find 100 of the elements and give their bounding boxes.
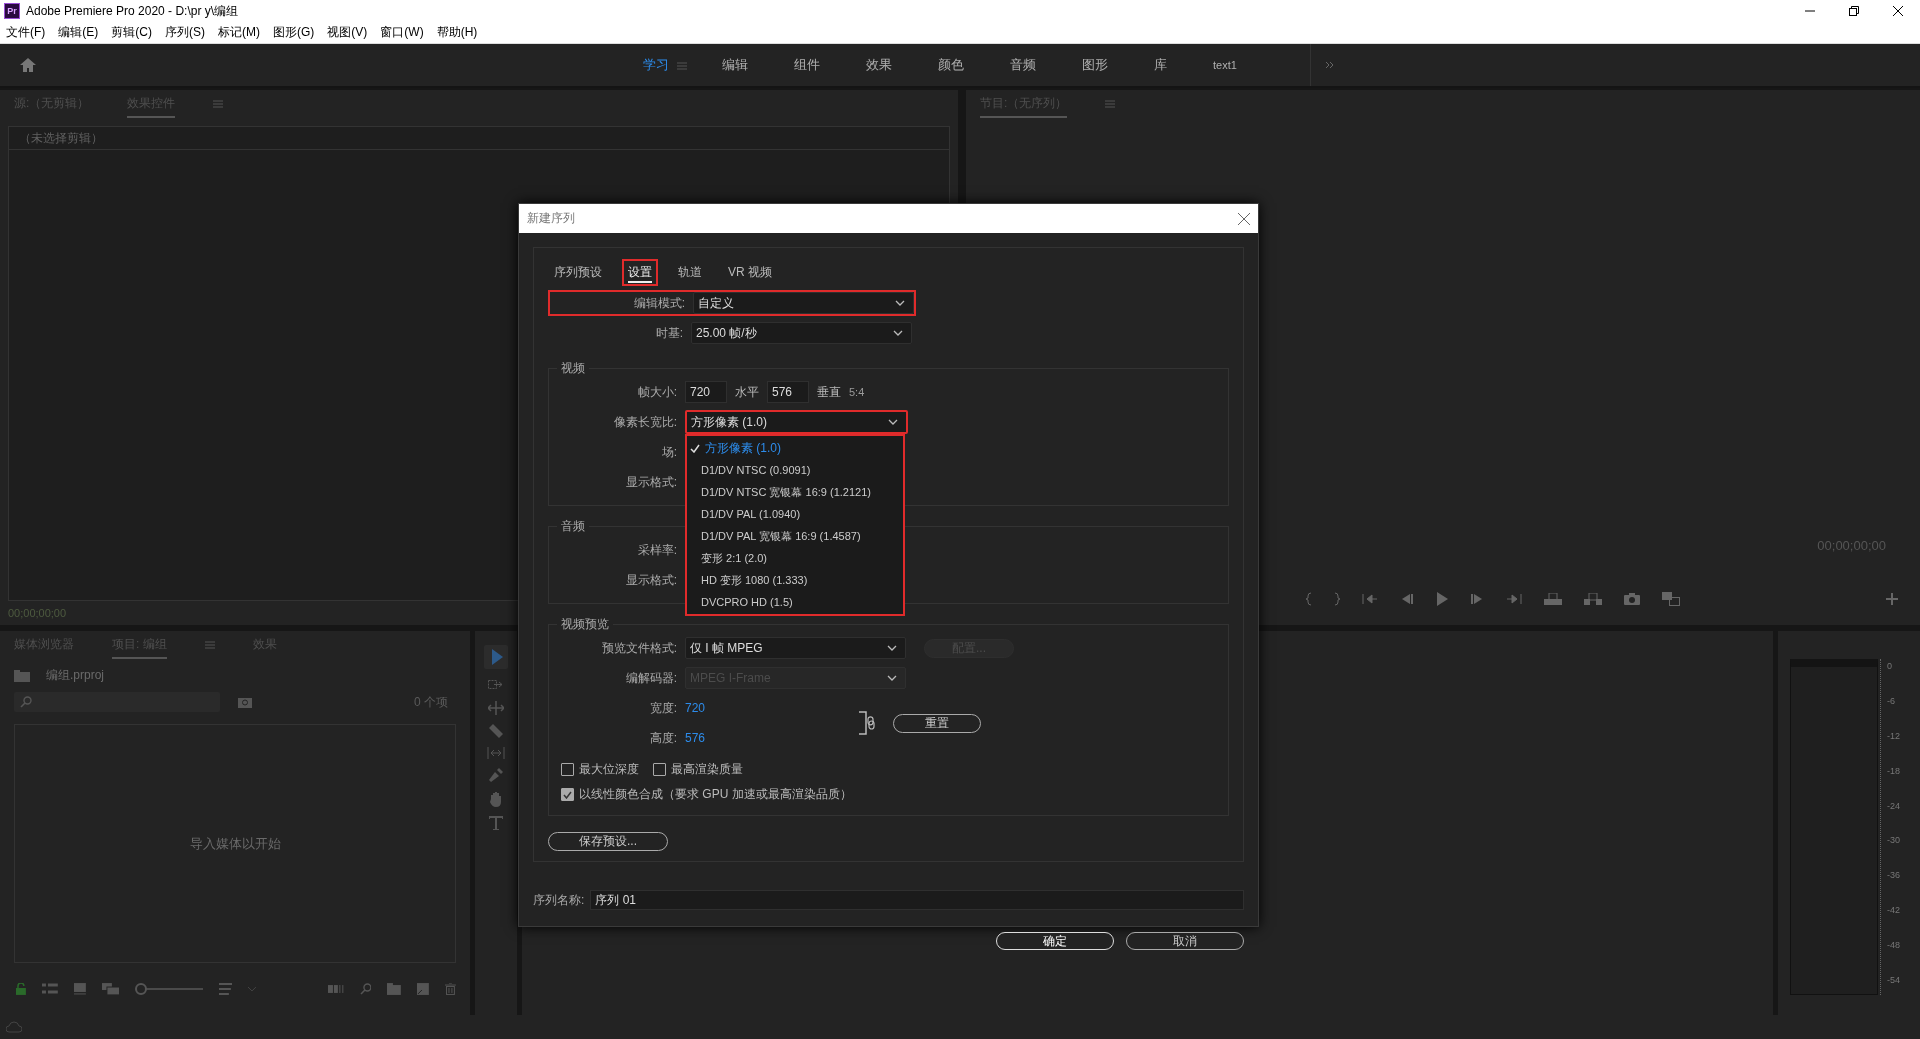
trash-icon[interactable] (445, 983, 456, 995)
dropdown-option[interactable]: HD 变形 1080 (1.333) (687, 569, 903, 591)
overflow-icon[interactable] (1324, 61, 1335, 69)
freeform-view-icon[interactable] (101, 983, 120, 995)
out-bracket-icon[interactable] (1334, 592, 1340, 606)
menu-icon[interactable] (213, 100, 224, 108)
icon-view-icon[interactable] (73, 983, 86, 995)
home-icon[interactable] (20, 58, 36, 72)
checkbox[interactable] (561, 763, 574, 776)
dialog-tab[interactable]: 设置 (622, 258, 658, 286)
step-forward-icon[interactable] (1470, 593, 1484, 605)
slip-icon[interactable] (487, 747, 505, 759)
check-icon (563, 790, 572, 799)
height-field[interactable]: 576 (767, 381, 809, 403)
dropdown-option[interactable]: D1/DV PAL (1.0940) (687, 503, 903, 525)
lock-icon[interactable] (16, 983, 26, 995)
automate-icon[interactable] (327, 984, 344, 994)
workspace-tab[interactable]: 库 (1131, 44, 1190, 86)
chevron-down-icon (895, 300, 905, 306)
extract-icon[interactable] (1584, 593, 1602, 605)
workspace-tab[interactable]: text1 (1190, 44, 1260, 86)
dropdown-option[interactable]: 变形 2:1 (2.0) (687, 547, 903, 569)
dialog-tab[interactable]: 轨道 (672, 258, 708, 286)
pixel-aspect-dropdown[interactable]: 方形像素 (1.0) (685, 410, 908, 434)
section-title: 视频 (557, 360, 589, 377)
workspace-tab[interactable]: 颜色 (915, 44, 987, 86)
checkbox[interactable] (653, 763, 666, 776)
step-back-icon[interactable] (1400, 593, 1414, 605)
menu-item[interactable]: 窗口(W) (380, 24, 424, 41)
pen-icon[interactable] (489, 768, 503, 782)
track-select-icon[interactable] (488, 678, 504, 692)
workspace-tab[interactable]: 效果 (843, 44, 915, 86)
search-icon[interactable] (359, 983, 372, 995)
restore-icon[interactable] (1849, 6, 1859, 16)
editing-mode-dropdown[interactable]: 自定义 (693, 292, 914, 314)
chevron-down-icon[interactable] (248, 986, 257, 992)
link-icon[interactable] (867, 716, 875, 730)
workspace-tab[interactable]: 学习 (620, 44, 677, 86)
field-label: 序列名称: (533, 891, 585, 909)
timebase-dropdown[interactable]: 25.00 帧/秒 (691, 322, 912, 344)
preview-format-dropdown[interactable]: 仅 I 帧 MPEG (685, 637, 906, 659)
close-icon[interactable] (1893, 6, 1903, 16)
folder-up-icon[interactable] (14, 669, 30, 682)
menu-icon[interactable] (204, 641, 215, 649)
search-bin-icon[interactable] (238, 696, 252, 708)
in-bracket-icon[interactable] (1306, 592, 1312, 606)
dropdown-option[interactable]: D1/DV NTSC 宽银幕 16:9 (1.2121) (687, 481, 903, 503)
sequence-name-field[interactable]: 序列 01 (590, 890, 1244, 910)
workspace-tab[interactable]: 音频 (987, 44, 1059, 86)
menu-item[interactable]: 图形(G) (273, 24, 315, 41)
dialog-title: 新建序列 (527, 210, 575, 227)
ripple-edit-icon[interactable] (488, 701, 504, 715)
menu-item[interactable]: 文件(F) (6, 24, 46, 41)
workspace-tab[interactable]: 编辑 (699, 44, 771, 86)
ok-button[interactable]: 确定 (996, 932, 1114, 950)
width-value[interactable]: 720 (685, 701, 706, 715)
dropdown-option[interactable]: DVCPRO HD (1.5) (687, 591, 903, 613)
menu-item[interactable]: 剪辑(C) (111, 24, 152, 41)
width-field[interactable]: 720 (685, 381, 727, 403)
add-icon[interactable] (1886, 593, 1898, 605)
folder-icon[interactable] (387, 983, 402, 995)
selection-tool-icon[interactable] (484, 645, 508, 669)
compare-icon[interactable] (1662, 592, 1680, 606)
checkbox[interactable] (561, 788, 574, 801)
slider-thumb[interactable] (135, 983, 148, 995)
cancel-button[interactable]: 取消 (1126, 932, 1244, 950)
menu-icon[interactable] (1105, 100, 1116, 108)
new-item-icon[interactable] (417, 983, 430, 995)
menu-item[interactable]: 帮助(H) (436, 24, 478, 41)
height-value[interactable]: 576 (685, 731, 706, 745)
reset-button[interactable]: 重置 (893, 713, 981, 733)
dropdown-option[interactable]: D1/DV PAL 宽银幕 16:9 (1.4587) (687, 525, 903, 547)
field-label: 宽度: (648, 699, 677, 717)
search-icon (20, 696, 32, 708)
search-field[interactable] (14, 692, 220, 712)
workspace-tab[interactable]: 图形 (1059, 44, 1131, 86)
go-to-in-icon[interactable] (1362, 593, 1378, 605)
workspace-tab[interactable]: 组件 (771, 44, 843, 86)
list-view-icon[interactable] (41, 983, 58, 995)
lift-icon[interactable] (1544, 593, 1562, 605)
menu-icon[interactable] (677, 62, 687, 70)
zoom-slider[interactable] (135, 983, 203, 995)
sort-icon[interactable] (218, 983, 233, 995)
type-icon[interactable] (489, 816, 503, 830)
menu-item[interactable]: 标记(M) (218, 24, 260, 41)
menu-item[interactable]: 视图(V) (327, 24, 368, 41)
bracket-icon (859, 711, 867, 735)
menu-item[interactable]: 编辑(E) (58, 24, 99, 41)
razor-icon[interactable] (489, 724, 503, 738)
menu-item[interactable]: 序列(S) (165, 24, 205, 41)
save-preset-button[interactable]: 保存预设... (548, 832, 668, 851)
play-icon[interactable] (1436, 592, 1448, 606)
hand-icon[interactable] (489, 791, 503, 807)
dialog-tab[interactable]: VR 视频 (722, 258, 778, 286)
go-to-out-icon[interactable] (1506, 593, 1522, 605)
dialog-tab[interactable]: 序列预设 (548, 258, 608, 286)
dropdown-option[interactable]: 方形像素 (1.0) (687, 437, 903, 459)
camera-icon[interactable] (1624, 593, 1640, 605)
dropdown-option[interactable]: D1/DV NTSC (0.9091) (687, 459, 903, 481)
meter-scale-label: -6 (1887, 695, 1896, 706)
